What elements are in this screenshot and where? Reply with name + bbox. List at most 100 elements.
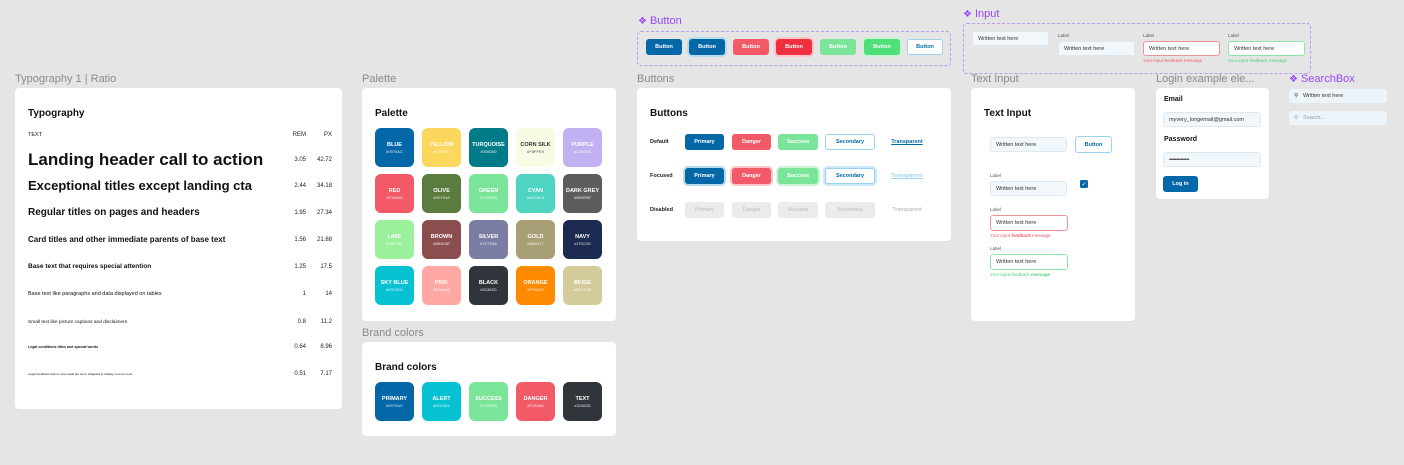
color-swatch-text[interactable]: TEXT #31363D bbox=[563, 382, 602, 421]
typography-header-row: TEXT REM PX bbox=[28, 132, 332, 138]
button-variant[interactable]: Button bbox=[689, 39, 725, 55]
button-variant[interactable]: Button bbox=[646, 39, 682, 55]
color-swatch-olive[interactable]: OLIVE #5D7E40 bbox=[422, 174, 461, 213]
color-swatch-turquoise[interactable]: TURQUOISE #00808D bbox=[469, 128, 508, 167]
color-swatch-black[interactable]: BLACK #31363D bbox=[469, 266, 508, 305]
swatch-hex: #F15A66 bbox=[527, 402, 544, 408]
typography-row: Card titles and other immediate parents … bbox=[28, 235, 332, 244]
color-swatch-orange[interactable]: ORANGE #FF8A00 bbox=[516, 266, 555, 305]
color-swatch-gold[interactable]: GOLD #A8A077 bbox=[516, 220, 555, 259]
color-swatch-sky-blue[interactable]: SKY BLUE #00C0D1 bbox=[375, 266, 414, 305]
secondary-button-disabled: Secondary bbox=[825, 202, 875, 218]
text-input-labeled[interactable]: Written text here bbox=[990, 181, 1067, 196]
text-input-error-message: Your input feedback message bbox=[990, 233, 1051, 238]
input-variant-success[interactable]: Written text here bbox=[1228, 41, 1305, 56]
input-variant-error[interactable]: Written text here bbox=[1143, 41, 1220, 56]
danger-button-disabled: Danger bbox=[732, 202, 771, 218]
search-box-empty[interactable]: ⚲ Search... bbox=[1289, 111, 1387, 125]
swatch-hex: #0070AC bbox=[386, 148, 403, 154]
text-input-button[interactable]: Button bbox=[1075, 136, 1112, 153]
color-swatch-corn-silk[interactable]: CORN SILK #F8FFE9 bbox=[516, 128, 555, 167]
color-swatch-navy[interactable]: NAVY #1F2C50 bbox=[563, 220, 602, 259]
typography-row: Regular titles on pages and headers 1.95 2… bbox=[28, 207, 332, 218]
danger-button-focused[interactable]: Danger bbox=[732, 168, 771, 184]
swatch-hex: #9BF19E bbox=[386, 240, 403, 246]
button-component-label[interactable]: ❖ Button bbox=[638, 15, 682, 27]
danger-button-default[interactable]: Danger bbox=[732, 134, 771, 150]
color-swatch-lime[interactable]: LIME #9BF19E bbox=[375, 220, 414, 259]
color-swatch-alert[interactable]: ALERT #00C0D1 bbox=[422, 382, 461, 421]
color-swatch-brown[interactable]: BROWN #8B4E4E bbox=[422, 220, 461, 259]
button-variant[interactable]: Button bbox=[864, 39, 900, 55]
button-variant[interactable]: Button bbox=[907, 39, 943, 55]
text-input-error[interactable]: Written text here bbox=[990, 215, 1068, 231]
search-input[interactable]: Written text here bbox=[1303, 93, 1343, 99]
swatch-name: SKY BLUE bbox=[380, 279, 409, 286]
swatch-name: YELLOW bbox=[429, 141, 454, 148]
swatch-hex: #FF8A00 bbox=[527, 286, 544, 292]
swatch-name: DANGER bbox=[523, 395, 548, 402]
color-swatch-success[interactable]: SUCCESS #7CE898 bbox=[469, 382, 508, 421]
col-rem-header: REM bbox=[292, 132, 306, 138]
typography-sample: Legal conditions that no-one reads but w… bbox=[28, 372, 133, 376]
login-button[interactable]: Log in bbox=[1163, 176, 1198, 192]
primary-button-focused[interactable]: Primary bbox=[685, 168, 724, 184]
input-label: Label bbox=[1228, 33, 1240, 38]
success-button-default[interactable]: Success bbox=[778, 134, 818, 150]
swatch-name: SUCCESS bbox=[475, 395, 502, 402]
px-value: 21.88 bbox=[316, 236, 332, 243]
primary-button-default[interactable]: Primary bbox=[685, 134, 724, 150]
typography-row: Landing header call to action 3.05 42.72 bbox=[28, 150, 332, 170]
input-component-label[interactable]: ❖ Input bbox=[963, 8, 999, 20]
color-swatch-pink[interactable]: PINK #FFA8A8 bbox=[422, 266, 461, 305]
color-swatch-dark-grey[interactable]: DARK GREY #5E5E5E bbox=[563, 174, 602, 213]
swatch-name: ORANGE bbox=[523, 279, 548, 286]
email-label: Email bbox=[1164, 96, 1183, 103]
swatch-hex: #8B4E4E bbox=[433, 240, 450, 246]
email-field[interactable]: myvery_longemail@gmail.com bbox=[1163, 112, 1261, 127]
button-variant[interactable]: Button bbox=[820, 39, 856, 55]
brand-title: Brand colors bbox=[375, 362, 437, 373]
input-variant-plain[interactable]: Written text here bbox=[972, 31, 1049, 46]
password-field[interactable]: •••••••••••••• bbox=[1163, 152, 1261, 167]
swatch-name: DARK GREY bbox=[565, 187, 599, 194]
color-swatch-yellow[interactable]: YELLOW #FFE05D bbox=[422, 128, 461, 167]
check-icon: ✓ bbox=[1081, 181, 1087, 188]
color-swatch-cyan[interactable]: CYAN #4ED8C4 bbox=[516, 174, 555, 213]
color-swatch-green[interactable]: GREEN #7CE898 bbox=[469, 174, 508, 213]
color-swatch-silver[interactable]: SILVER #7C7FA6 bbox=[469, 220, 508, 259]
text-input-success[interactable]: Written text here bbox=[990, 254, 1068, 270]
typography-row: Base text that requires special attentio… bbox=[28, 263, 332, 270]
search-icon: ⚲ bbox=[1294, 93, 1299, 99]
color-swatch-beige[interactable]: BEIGE #D5CC9E bbox=[563, 266, 602, 305]
button-variant[interactable]: Button bbox=[776, 39, 812, 55]
success-button-focused[interactable]: Success bbox=[778, 168, 818, 184]
swatch-name: ALERT bbox=[432, 395, 451, 402]
px-value: 34.18 bbox=[316, 182, 332, 189]
color-swatch-red[interactable]: RED #F15A66 bbox=[375, 174, 414, 213]
secondary-button-focused[interactable]: Secondary bbox=[825, 168, 875, 184]
button-variant[interactable]: Button bbox=[733, 39, 769, 55]
typography-sample: Base text that requires special attentio… bbox=[28, 263, 152, 270]
color-swatch-purple[interactable]: PURPLE #C3B3FA bbox=[563, 128, 602, 167]
secondary-button-default[interactable]: Secondary bbox=[825, 134, 875, 150]
text-input-card: Text Input Written text here Button Labe… bbox=[971, 88, 1135, 321]
search-input[interactable]: Search... bbox=[1303, 115, 1325, 121]
checkbox-checked[interactable]: ✓ bbox=[1080, 180, 1088, 188]
input-variant-labeled[interactable]: Written text here bbox=[1058, 41, 1135, 56]
search-box-filled[interactable]: ⚲ Written text here bbox=[1289, 89, 1387, 103]
text-input-plain[interactable]: Written text here bbox=[990, 137, 1067, 152]
typography-sample: Legal conditions titles and special word… bbox=[28, 345, 99, 349]
transparent-button-focused[interactable]: Transparent bbox=[887, 168, 927, 184]
searchbox-component-label[interactable]: ❖ SearchBox bbox=[1289, 73, 1355, 85]
color-swatch-danger[interactable]: DANGER #F15A66 bbox=[516, 382, 555, 421]
px-value: 8.96 bbox=[320, 344, 332, 350]
typography-sample: Base text like paragraphs and data displ… bbox=[28, 291, 162, 297]
color-swatch-primary[interactable]: PRIMARY #0070AC bbox=[375, 382, 414, 421]
color-swatch-blue[interactable]: BLUE #0070AC bbox=[375, 128, 414, 167]
typography-sample: Small text like picture captions and dis… bbox=[28, 319, 128, 325]
component-icon: ❖ bbox=[963, 8, 972, 20]
swatch-hex: #00C0D1 bbox=[433, 402, 450, 408]
swatch-hex: #31363D bbox=[480, 286, 497, 292]
transparent-button-default[interactable]: Transparent bbox=[887, 134, 927, 150]
